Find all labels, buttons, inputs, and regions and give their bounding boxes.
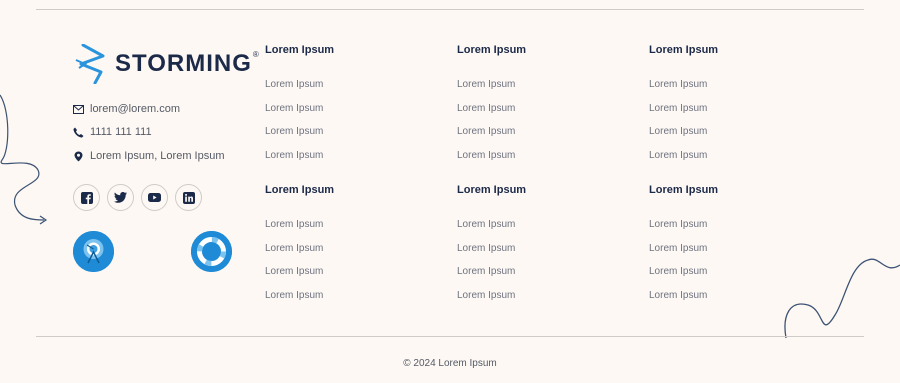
certification-badge-ring[interactable] [191, 231, 232, 272]
footer-link[interactable]: Lorem Ipsum [265, 265, 334, 289]
footer-link[interactable]: Lorem Ipsum [265, 218, 334, 242]
footer-column-title: Lorem Ipsum [649, 184, 719, 196]
footer-column-title: Lorem Ipsum [649, 44, 719, 56]
brand-logo[interactable]: STORMING ® [73, 44, 259, 84]
social-links [73, 184, 202, 211]
contact-phone[interactable]: 1111 111 111 [73, 126, 152, 138]
footer-link[interactable]: Lorem Ipsum [265, 242, 334, 266]
footer-column: Lorem Ipsum Lorem Ipsum Lorem Ipsum Lore… [457, 184, 526, 313]
contact-address-text: Lorem Ipsum, Lorem Ipsum [90, 150, 225, 162]
footer-column-title: Lorem Ipsum [457, 44, 527, 56]
footer-link[interactable]: Lorem Ipsum [649, 78, 718, 102]
footer-link[interactable]: Lorem Ipsum [457, 242, 526, 266]
footer-link[interactable]: Lorem Ipsum [649, 242, 718, 266]
contact-address: Lorem Ipsum, Lorem Ipsum [73, 150, 225, 162]
copyright-text: © 2024 Lorem Ipsum [403, 358, 497, 369]
decorative-squiggle-left [0, 94, 48, 225]
footer-link-list: Lorem Ipsum Lorem Ipsum Lorem Ipsum Lore… [649, 78, 718, 173]
footer-column: Lorem Ipsum Lorem Ipsum Lorem Ipsum Lore… [265, 44, 334, 173]
footer-column: Lorem Ipsum Lorem Ipsum Lorem Ipsum Lore… [265, 184, 334, 313]
footer-link[interactable]: Lorem Ipsum [649, 125, 718, 149]
certification-badge-compass[interactable] [73, 231, 114, 272]
footer-link[interactable]: Lorem Ipsum [457, 102, 526, 126]
footer-link[interactable]: Lorem Ipsum [265, 102, 334, 126]
footer-column-title: Lorem Ipsum [457, 184, 527, 196]
decorative-squiggle-right [784, 258, 900, 339]
envelope-icon [73, 104, 84, 115]
footer-link[interactable]: Lorem Ipsum [457, 265, 526, 289]
footer-link-list: Lorem Ipsum Lorem Ipsum Lorem Ipsum Lore… [265, 218, 334, 313]
registered-mark: ® [252, 50, 259, 59]
contact-phone-text: 1111 111 111 [90, 126, 152, 138]
footer-link-list: Lorem Ipsum Lorem Ipsum Lorem Ipsum Lore… [649, 218, 718, 313]
linkedin-icon [182, 191, 195, 204]
footer-link[interactable]: Lorem Ipsum [265, 149, 334, 173]
twitter-link[interactable] [107, 184, 134, 211]
compass-badge-icon [73, 231, 114, 272]
footer-link[interactable]: Lorem Ipsum [457, 289, 526, 313]
footer-link[interactable]: Lorem Ipsum [265, 289, 334, 313]
facebook-link[interactable] [73, 184, 100, 211]
bottom-divider [36, 336, 864, 337]
contact-email[interactable]: lorem@lorem.com [73, 103, 180, 115]
footer-link[interactable]: Lorem Ipsum [649, 218, 718, 242]
footer-link[interactable]: Lorem Ipsum [649, 265, 718, 289]
footer-column-title: Lorem Ipsum [265, 44, 335, 56]
footer-link[interactable]: Lorem Ipsum [265, 125, 334, 149]
footer-link[interactable]: Lorem Ipsum [649, 149, 718, 173]
footer-column: Lorem Ipsum Lorem Ipsum Lorem Ipsum Lore… [649, 184, 718, 313]
footer-link[interactable]: Lorem Ipsum [457, 78, 526, 102]
footer-column: Lorem Ipsum Lorem Ipsum Lorem Ipsum Lore… [649, 44, 718, 173]
footer-link[interactable]: Lorem Ipsum [649, 289, 718, 313]
footer-link[interactable]: Lorem Ipsum [457, 125, 526, 149]
linkedin-link[interactable] [175, 184, 202, 211]
footer-link-list: Lorem Ipsum Lorem Ipsum Lorem Ipsum Lore… [265, 78, 334, 173]
top-divider [36, 9, 864, 10]
footer-link[interactable]: Lorem Ipsum [457, 218, 526, 242]
footer-link[interactable]: Lorem Ipsum [457, 149, 526, 173]
twitter-icon [114, 192, 127, 203]
footer-link-list: Lorem Ipsum Lorem Ipsum Lorem Ipsum Lore… [457, 78, 526, 173]
footer-column: Lorem Ipsum Lorem Ipsum Lorem Ipsum Lore… [457, 44, 526, 173]
phone-icon [73, 127, 84, 138]
youtube-icon [148, 193, 161, 202]
brand-name: STORMING [115, 50, 252, 77]
youtube-link[interactable] [141, 184, 168, 211]
location-pin-icon [73, 151, 84, 162]
footer-link[interactable]: Lorem Ipsum [265, 78, 334, 102]
footer-link[interactable]: Lorem Ipsum [649, 102, 718, 126]
lifebuoy-badge-icon [191, 231, 232, 272]
facebook-icon [80, 191, 93, 204]
contact-email-text: lorem@lorem.com [90, 103, 181, 115]
footer-link-list: Lorem Ipsum Lorem Ipsum Lorem Ipsum Lore… [457, 218, 526, 313]
footer-column-title: Lorem Ipsum [265, 184, 335, 196]
lightning-logo-icon [75, 44, 105, 84]
